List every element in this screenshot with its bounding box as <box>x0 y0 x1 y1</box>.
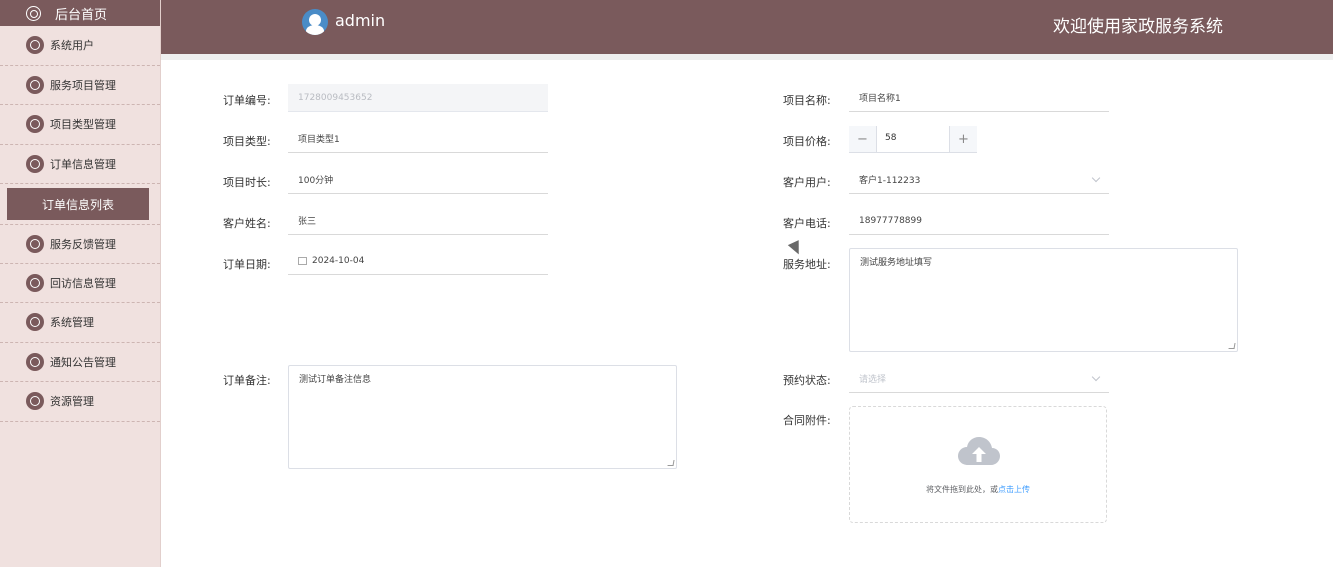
project-name-field[interactable]: 项目名称1 <box>849 84 1109 112</box>
menu-icon <box>26 36 44 55</box>
sidebar-item-service-projects[interactable]: 服务项目管理 <box>0 66 160 105</box>
order-date-value: 2024-10-04 <box>312 255 365 266</box>
customer-user-select[interactable]: 客户1-112233 <box>849 166 1109 194</box>
sidebar-item-label: 通知公告管理 <box>50 355 116 369</box>
project-type-field[interactable]: 项目类型1 <box>288 125 548 153</box>
sidebar-item-system[interactable]: 系统管理 <box>0 303 160 343</box>
sidebar-home[interactable]: 后台首页 <box>0 0 160 26</box>
sidebar-item-resources[interactable]: 资源管理 <box>0 382 160 422</box>
address-label: 服务地址: <box>783 258 831 271</box>
sidebar-item-orders[interactable]: 订单信息管理 <box>0 145 160 184</box>
status-label: 预约状态: <box>783 374 831 387</box>
order-no-field: 1728009453652 <box>288 84 548 112</box>
top-header: admin 欢迎使用家政服务系统 <box>161 0 1333 54</box>
menu-icon <box>26 313 44 332</box>
chevron-down-icon <box>1091 173 1101 183</box>
sidebar-item-label: 系统用户 <box>50 39 94 53</box>
calendar-icon <box>298 256 307 265</box>
sidebar-item-feedback[interactable]: 服务反馈管理 <box>0 224 160 264</box>
price-value: 58 <box>885 133 897 143</box>
price-stepper[interactable]: − 58 + <box>849 126 977 153</box>
sidebar-item-return-visits[interactable]: 回访信息管理 <box>0 264 160 303</box>
customer-user-value: 客户1-112233 <box>859 176 921 186</box>
attachment-label: 合同附件: <box>783 414 831 427</box>
duration-label: 项目时长: <box>223 176 271 189</box>
username[interactable]: admin <box>335 11 385 30</box>
price-label: 项目价格: <box>783 135 831 148</box>
sidebar-item-notices[interactable]: 通知公告管理 <box>0 343 160 382</box>
avatar[interactable] <box>302 9 328 35</box>
order-date-picker[interactable]: 2024-10-04 <box>288 247 548 275</box>
customer-name-field[interactable]: 张三 <box>288 207 548 235</box>
sidebar-item-project-types[interactable]: 项目类型管理 <box>0 105 160 145</box>
order-remark-label: 订单备注: <box>223 374 271 387</box>
order-remark-value: 测试订单备注信息 <box>299 375 372 385</box>
sidebar: 后台首页 系统用户 服务项目管理 项目类型管理 订单信息管理 订单信息列表 服务… <box>0 0 161 567</box>
sidebar-item-label: 资源管理 <box>50 395 94 409</box>
header-divider <box>161 54 1333 60</box>
upload-hint-text: 将文件拖到此处，或 <box>926 485 998 494</box>
chevron-down-icon <box>1091 372 1101 382</box>
phone-label: 客户电话: <box>783 217 831 230</box>
project-name-label: 项目名称: <box>783 94 831 107</box>
resize-handle-icon[interactable] <box>1228 343 1236 349</box>
sidebar-home-label: 后台首页 <box>55 7 108 23</box>
sidebar-item-label: 系统管理 <box>50 316 94 330</box>
address-textarea[interactable]: 测试服务地址填写 <box>849 248 1238 352</box>
order-date-label: 订单日期: <box>223 258 271 271</box>
resize-handle-icon[interactable] <box>667 460 675 466</box>
mouse-cursor-icon <box>787 240 805 257</box>
home-icon <box>26 5 41 21</box>
phone-field[interactable]: 18977778899 <box>849 207 1109 235</box>
address-value: 测试服务地址填写 <box>860 258 933 268</box>
cloud-upload-icon <box>958 437 1000 465</box>
menu-icon <box>26 115 44 134</box>
order-remark-textarea[interactable]: 测试订单备注信息 <box>288 365 677 469</box>
sidebar-item-label: 服务项目管理 <box>50 78 116 92</box>
order-no-label: 订单编号: <box>223 94 271 107</box>
decrease-button[interactable]: − <box>849 126 877 152</box>
customer-user-label: 客户用户: <box>783 176 831 189</box>
menu-icon <box>26 352 44 371</box>
increase-button[interactable]: + <box>949 126 977 152</box>
sidebar-item-label: 回访信息管理 <box>50 276 116 290</box>
upload-hint: 将文件拖到此处，或点击上传 <box>850 484 1106 495</box>
menu-icon <box>26 273 44 292</box>
upload-link[interactable]: 点击上传 <box>998 485 1030 494</box>
system-title: 欢迎使用家政服务系统 <box>1053 17 1223 37</box>
customer-name-label: 客户姓名: <box>223 217 271 230</box>
menu-icon <box>26 234 44 253</box>
menu-icon <box>26 154 44 173</box>
sidebar-subitem-order-list[interactable]: 订单信息列表 <box>7 188 149 220</box>
sidebar-item-label: 项目类型管理 <box>50 118 116 132</box>
menu-icon <box>26 392 44 411</box>
menu-icon <box>26 75 44 94</box>
status-placeholder: 请选择 <box>859 375 887 385</box>
sidebar-item-label: 订单信息管理 <box>50 157 116 171</box>
status-select[interactable]: 请选择 <box>849 365 1109 393</box>
sidebar-item-label: 服务反馈管理 <box>50 237 116 251</box>
duration-field[interactable]: 100分钟 <box>288 166 548 194</box>
project-type-label: 项目类型: <box>223 135 271 148</box>
sidebar-item-system-users[interactable]: 系统用户 <box>0 26 160 66</box>
upload-dropzone[interactable]: 将文件拖到此处，或点击上传 <box>849 406 1107 523</box>
